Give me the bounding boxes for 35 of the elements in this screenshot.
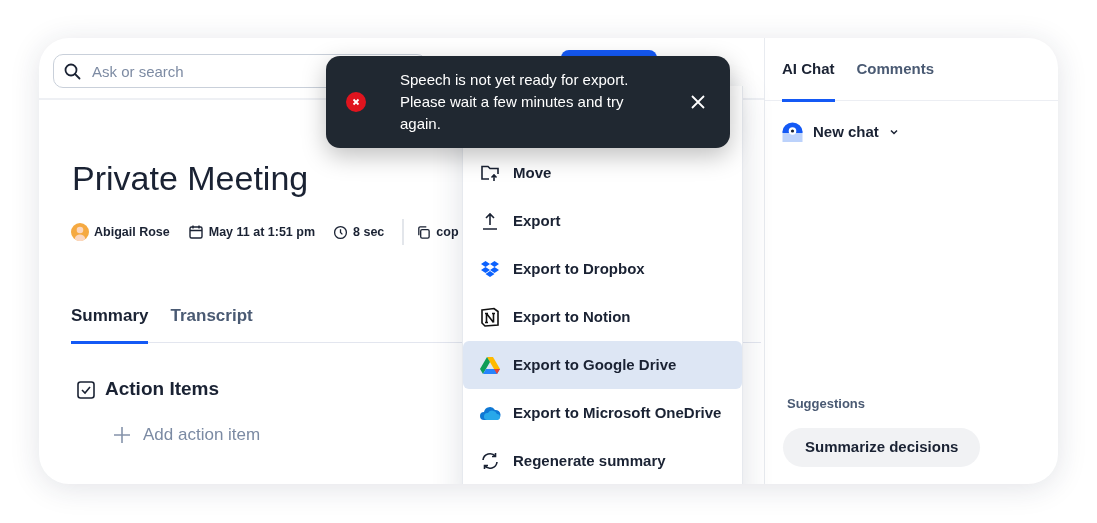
menu-item[interactable]: Regenerate summary <box>463 437 742 484</box>
tab[interactable]: Summary <box>71 303 149 344</box>
suggestions-label: Suggestions <box>787 395 865 413</box>
search-icon <box>64 63 81 80</box>
meeting-title: Private Meeting <box>72 160 309 198</box>
clock-icon <box>333 224 349 240</box>
menu-item[interactable]: Export to Notion <box>463 293 742 341</box>
new-chat-dropdown[interactable]: New chat <box>782 121 899 144</box>
drive-icon <box>479 355 501 375</box>
menu-item[interactable]: Move <box>463 149 742 197</box>
tab[interactable]: Transcript <box>170 303 253 344</box>
robot-icon <box>782 122 803 143</box>
suggestion-chip[interactable]: Summarize decisions <box>783 428 981 467</box>
folder-icon <box>479 163 501 183</box>
dropbox-icon <box>479 259 501 279</box>
side-tab[interactable]: AI Chat <box>782 58 835 102</box>
side-tab[interactable]: Comments <box>856 58 934 102</box>
menu-item[interactable]: Export to Dropbox <box>463 245 742 293</box>
add-action-item-button[interactable]: Add action item <box>113 421 261 448</box>
menu-item[interactable]: Export to Google Drive <box>463 341 742 389</box>
section-heading: Action Items <box>105 377 220 402</box>
calendar-icon <box>187 224 204 241</box>
avatar-icon <box>71 223 89 242</box>
plus-icon <box>113 425 131 444</box>
error-icon <box>346 92 366 112</box>
menu-item[interactable]: Export to Microsoft OneDrive <box>463 389 742 437</box>
copy-icon[interactable] <box>416 224 432 240</box>
refresh-icon <box>479 451 501 471</box>
notion-icon <box>479 307 501 327</box>
owner-name: Abigail Rose <box>94 224 170 241</box>
copy-link[interactable]: cop <box>436 223 459 242</box>
checkbox-icon <box>77 380 95 399</box>
menu-item[interactable]: Export <box>463 197 742 245</box>
meeting-date: May 11 at 1:51 pm <box>208 224 316 241</box>
meeting-duration: 8 sec <box>353 224 385 241</box>
